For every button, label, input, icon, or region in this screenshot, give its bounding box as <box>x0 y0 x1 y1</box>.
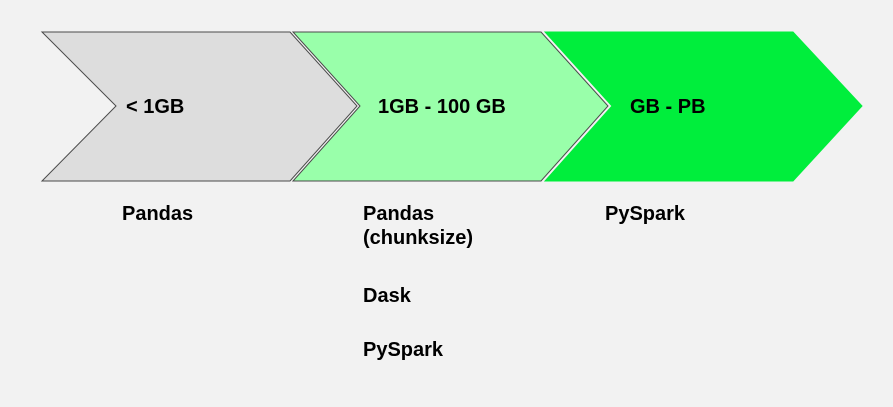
chevron-stage-small <box>40 31 358 182</box>
tool-pyspark-medium: PySpark <box>363 339 444 361</box>
chevron-process-arrows <box>40 31 863 182</box>
stage-label-large: GB - PB <box>630 96 706 118</box>
stage-label-medium: 1GB - 100 GB <box>378 96 506 118</box>
data-size-tools-diagram: < 1GB 1GB - 100 GB GB - PB Pandas Pandas… <box>0 0 893 402</box>
tool-dask: Dask <box>363 285 411 307</box>
tool-pandas-chunksize: Pandas (chunksize) <box>363 203 474 249</box>
tool-pandas-small: Pandas <box>122 203 194 225</box>
stage-label-small: < 1GB <box>126 96 185 118</box>
tool-pyspark-large: PySpark <box>605 203 686 225</box>
